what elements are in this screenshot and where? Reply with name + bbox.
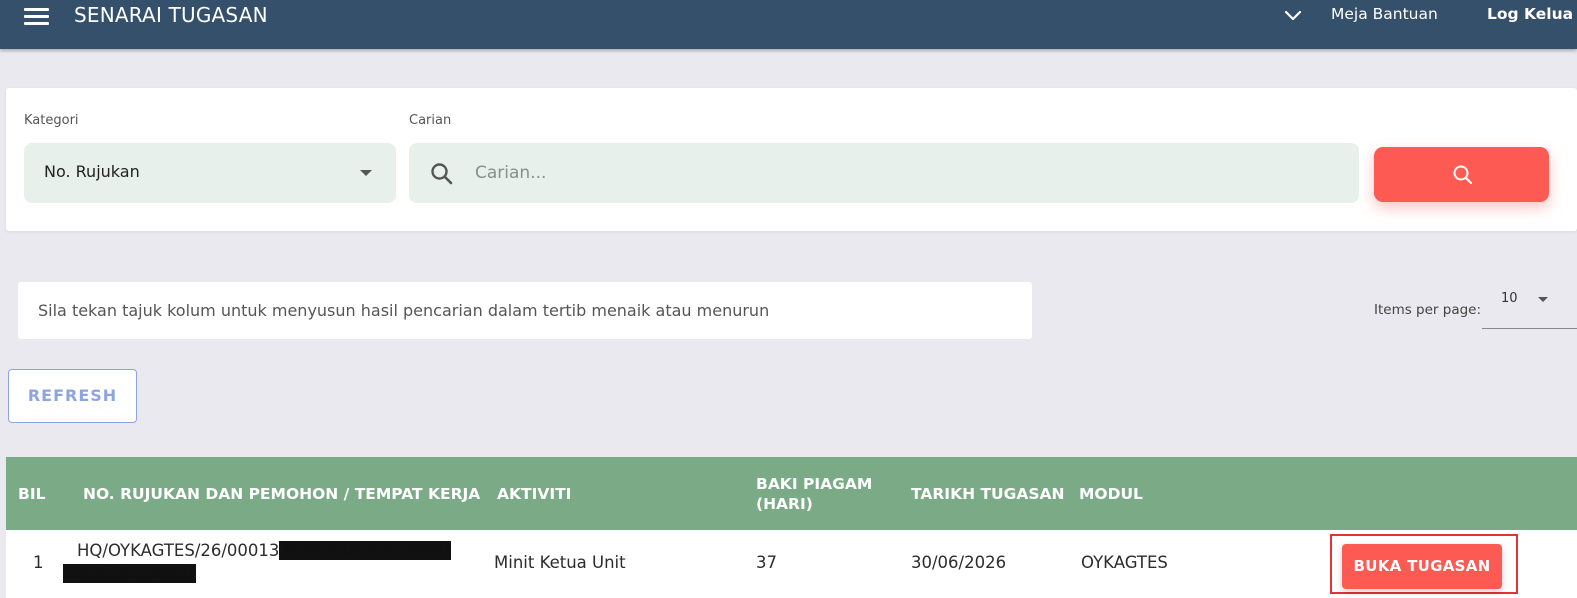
applicant-name-redacted: NOR KAMISAH BINTI xyxy=(279,541,451,560)
reference-number: HQ/OYKAGTES/26/00013 xyxy=(77,541,280,560)
applicant-name-line2: ABDUL HAMID xyxy=(63,564,197,583)
items-per-page-label: Items per page: xyxy=(1374,302,1482,318)
hamburger-menu-icon[interactable] xyxy=(24,6,50,26)
column-header-baki-piagam[interactable]: BAKI PIAGAM (HARI) xyxy=(756,474,872,514)
column-header-aktiviti[interactable]: AKTIVITI xyxy=(497,484,571,504)
chevron-down-icon[interactable] xyxy=(1283,7,1303,23)
search-field xyxy=(409,143,1359,203)
caret-down-icon xyxy=(360,170,372,176)
logout-link[interactable]: Log Kelua xyxy=(1487,5,1573,23)
help-desk-link[interactable]: Meja Bantuan xyxy=(1331,5,1438,23)
category-select-value: No. Rujukan xyxy=(44,162,140,181)
column-header-baki-piagam-line1: BAKI PIAGAM xyxy=(756,475,873,493)
page-title: SENARAI TUGASAN xyxy=(74,3,268,27)
applicant-name-line2-text: ABDUL HAMID xyxy=(77,564,195,583)
top-bar: SENARAI TUGASAN Meja Bantuan Log Kelua xyxy=(0,0,1577,49)
search-button[interactable] xyxy=(1374,147,1549,202)
column-header-bil[interactable]: BIL xyxy=(18,484,45,504)
cell-baki-piagam: 37 xyxy=(756,553,777,572)
column-header-baki-piagam-line2: (HARI) xyxy=(756,495,813,513)
sort-hint-text: Sila tekan tajuk kolum untuk menyusun ha… xyxy=(38,301,770,320)
caret-down-icon xyxy=(1538,297,1548,302)
task-table: BIL NO. RUJUKAN DAN PEMOHON / TEMPAT KER… xyxy=(6,457,1577,598)
category-select[interactable]: No. Rujukan xyxy=(24,143,396,203)
cell-aktiviti: Minit Ketua Unit xyxy=(494,553,626,572)
column-header-rujukan[interactable]: NO. RUJUKAN DAN PEMOHON / TEMPAT KERJA xyxy=(83,484,480,504)
search-icon xyxy=(429,161,455,187)
action-highlight: BUKA TUGASAN xyxy=(1330,534,1518,594)
search-label: Carian xyxy=(409,113,452,128)
category-label: Kategori xyxy=(24,113,79,128)
table-row: 1 HQ/OYKAGTES/26/00013 NOR KAMISAH BINTI… xyxy=(6,530,1577,598)
items-per-page-select[interactable]: 10 xyxy=(1482,282,1577,329)
table-header: BIL NO. RUJUKAN DAN PEMOHON / TEMPAT KER… xyxy=(6,457,1577,530)
sort-hint-box: Sila tekan tajuk kolum untuk menyusun ha… xyxy=(18,282,1032,339)
open-task-button[interactable]: BUKA TUGASAN xyxy=(1342,544,1502,589)
search-icon xyxy=(1453,165,1473,185)
items-per-page-value: 10 xyxy=(1501,291,1518,306)
column-header-tarikh[interactable]: TARIKH TUGASAN xyxy=(911,484,1064,504)
refresh-button[interactable]: REFRESH xyxy=(8,369,137,423)
cell-bil: 1 xyxy=(33,553,44,572)
cell-tarikh: 30/06/2026 xyxy=(911,553,1007,572)
search-input[interactable] xyxy=(475,155,1335,191)
column-header-modul[interactable]: MODUL xyxy=(1079,484,1143,504)
cell-modul: OYKAGTES xyxy=(1081,553,1168,572)
cell-rujukan-pemohon: HQ/OYKAGTES/26/00013 NOR KAMISAH BINTI xyxy=(77,541,451,560)
